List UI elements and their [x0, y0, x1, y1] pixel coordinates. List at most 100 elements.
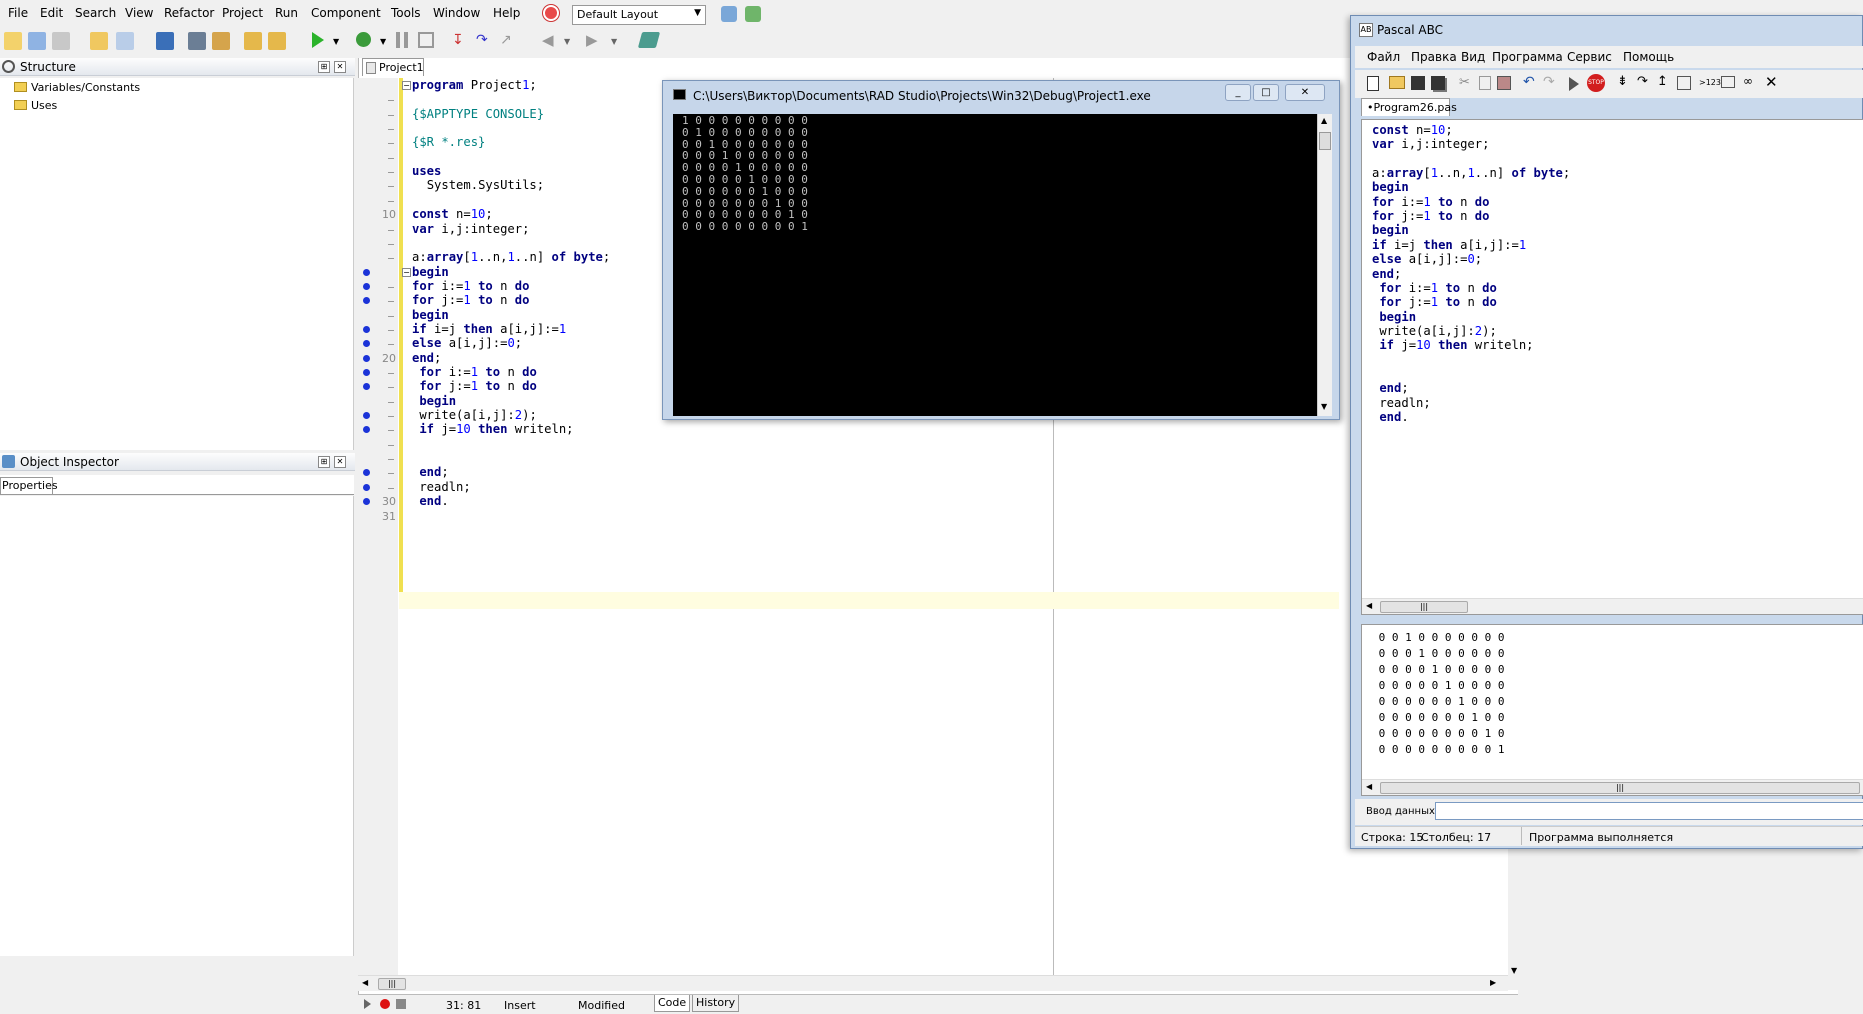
- close-button[interactable]: ✕: [1285, 84, 1325, 101]
- back-arrow-icon[interactable]: ◀: [542, 31, 554, 49]
- fold-toggle-icon[interactable]: −: [402, 81, 411, 90]
- code-line[interactable]: {$R *.res}: [412, 135, 485, 152]
- close-file-icon[interactable]: [212, 32, 230, 50]
- menu-refactor[interactable]: Refactor: [164, 6, 214, 20]
- scroll-thumb[interactable]: [1319, 132, 1331, 150]
- window-layout-icon[interactable]: [1721, 76, 1735, 88]
- tab-project1[interactable]: Project1: [362, 58, 424, 76]
- scroll-left-icon[interactable]: ◀: [1366, 782, 1372, 791]
- save-icon[interactable]: [156, 32, 174, 50]
- pascal-output-hscroll[interactable]: ◀ |||: [1362, 779, 1863, 795]
- chevron-down-icon[interactable]: ▼: [564, 37, 570, 46]
- stop-macro-icon[interactable]: [396, 999, 406, 1009]
- scroll-up-icon[interactable]: ▲: [1321, 116, 1327, 125]
- code-line[interactable]: program Project1;: [412, 78, 537, 95]
- code-line[interactable]: end.: [1372, 410, 1408, 427]
- watch-icon[interactable]: [1677, 76, 1691, 90]
- record-macro-icon[interactable]: [380, 999, 390, 1009]
- step-out-icon[interactable]: ↥: [1657, 74, 1668, 89]
- breakpoint-dot-icon[interactable]: [363, 354, 370, 362]
- new-icon[interactable]: [4, 32, 22, 50]
- maximize-button[interactable]: □: [1253, 84, 1279, 101]
- remove-file-icon[interactable]: [268, 32, 286, 50]
- menu-file[interactable]: Файл: [1367, 50, 1400, 64]
- run-icon[interactable]: [1569, 77, 1579, 91]
- new-file-icon[interactable]: [1367, 76, 1379, 91]
- scroll-right-icon[interactable]: ▶: [1490, 978, 1496, 987]
- breakpoint-dot-icon[interactable]: [363, 325, 370, 333]
- paste-icon[interactable]: [1497, 76, 1511, 90]
- fold-toggle-icon[interactable]: −: [402, 267, 411, 277]
- link-icon[interactable]: ∞: [1743, 74, 1753, 88]
- copy-icon[interactable]: [52, 32, 70, 50]
- save-all-icon[interactable]: [1431, 76, 1445, 90]
- open-icon[interactable]: [90, 32, 108, 50]
- tab-code[interactable]: Code: [654, 995, 691, 1012]
- tab-program26[interactable]: •Program26.pas: [1361, 98, 1457, 116]
- save-layout-icon[interactable]: [721, 6, 737, 22]
- set-layout-icon[interactable]: [745, 6, 761, 22]
- breakpoint-dot-icon[interactable]: [363, 282, 370, 290]
- scroll-thumb[interactable]: |||: [378, 978, 406, 990]
- help-book-icon[interactable]: [637, 32, 661, 48]
- step-into-icon[interactable]: ⇟: [1617, 74, 1628, 89]
- scroll-thumb[interactable]: |||: [1380, 782, 1860, 794]
- chevron-down-icon[interactable]: ▼: [333, 37, 339, 46]
- code-line[interactable]: var i,j:integer;: [1372, 137, 1489, 154]
- run-icon[interactable]: [312, 32, 324, 48]
- save-all-icon[interactable]: [188, 32, 206, 50]
- close-icon[interactable]: ✕: [334, 61, 346, 73]
- layout-dropdown[interactable]: Default Layout ▼: [572, 5, 706, 25]
- code-line[interactable]: System.SysUtils;: [412, 178, 544, 195]
- chevron-down-icon[interactable]: ▼: [611, 37, 617, 46]
- tab-properties[interactable]: Properties: [0, 477, 58, 494]
- undo-icon[interactable]: ↶: [1523, 74, 1535, 90]
- menu-edit[interactable]: Edit: [40, 6, 63, 20]
- close-icon[interactable]: ✕: [1765, 73, 1778, 91]
- console-toggle-icon[interactable]: >123: [1699, 78, 1721, 87]
- menu-help[interactable]: Help: [493, 6, 520, 20]
- menu-edit[interactable]: Правка: [1411, 50, 1457, 64]
- close-icon[interactable]: ✕: [334, 456, 346, 468]
- pascal-code-editor[interactable]: const n=10; var i,j:integer; a:array[1..n,…: [1361, 119, 1863, 615]
- code-line[interactable]: end.: [412, 494, 448, 511]
- menu-project[interactable]: Project: [222, 6, 263, 20]
- scroll-left-icon[interactable]: ◀: [362, 978, 368, 987]
- tree-item-variables-constants[interactable]: Variables/Constants: [14, 81, 140, 94]
- pin-icon[interactable]: ⊞: [318, 456, 330, 468]
- breakpoint-dot-icon[interactable]: [363, 412, 370, 420]
- code-line[interactable]: {$APPTYPE CONSOLE}: [412, 107, 544, 124]
- save-icon[interactable]: [1411, 76, 1425, 90]
- pause-icon[interactable]: [396, 32, 408, 48]
- stop-icon[interactable]: STOP: [1587, 74, 1605, 92]
- play-macro-icon[interactable]: [364, 999, 371, 1009]
- stop-icon[interactable]: [418, 32, 434, 48]
- scroll-left-icon[interactable]: ◀: [1366, 601, 1372, 610]
- input-field[interactable]: [1435, 802, 1863, 820]
- menu-search[interactable]: Search: [75, 6, 116, 20]
- breakpoint-dot-icon[interactable]: [363, 369, 370, 376]
- run-without-debug-icon[interactable]: [356, 32, 371, 47]
- step-over-icon[interactable]: ↷: [476, 32, 490, 48]
- forward-arrow-icon[interactable]: ▶: [586, 31, 598, 49]
- scroll-down-icon[interactable]: ▼: [1511, 966, 1517, 975]
- tree-item-uses[interactable]: Uses: [14, 99, 57, 112]
- run-to-cursor-icon[interactable]: ↗: [500, 32, 514, 48]
- redo-icon[interactable]: ↷: [1543, 74, 1555, 90]
- menu-view[interactable]: View: [125, 6, 153, 20]
- minimize-button[interactable]: _: [1225, 84, 1251, 101]
- cut-icon[interactable]: ✂: [1459, 75, 1470, 90]
- menu-file[interactable]: File: [8, 6, 28, 20]
- menu-view[interactable]: Вид: [1461, 50, 1485, 64]
- scroll-thumb[interactable]: |||: [1380, 601, 1468, 613]
- console-vscroll[interactable]: ▲ ▼: [1317, 114, 1332, 416]
- breakpoint-dot-icon[interactable]: [363, 483, 370, 491]
- scroll-down-icon[interactable]: ▼: [1321, 402, 1327, 411]
- trace-into-icon[interactable]: ↧: [452, 32, 466, 48]
- menu-help[interactable]: Помощь: [1623, 50, 1674, 64]
- menu-run[interactable]: Run: [275, 6, 298, 20]
- open-icon[interactable]: [1389, 76, 1405, 89]
- add-file-icon[interactable]: [244, 32, 262, 50]
- menu-program[interactable]: Программа: [1492, 50, 1563, 64]
- pascal-editor-hscroll[interactable]: ◀ |||: [1362, 598, 1863, 614]
